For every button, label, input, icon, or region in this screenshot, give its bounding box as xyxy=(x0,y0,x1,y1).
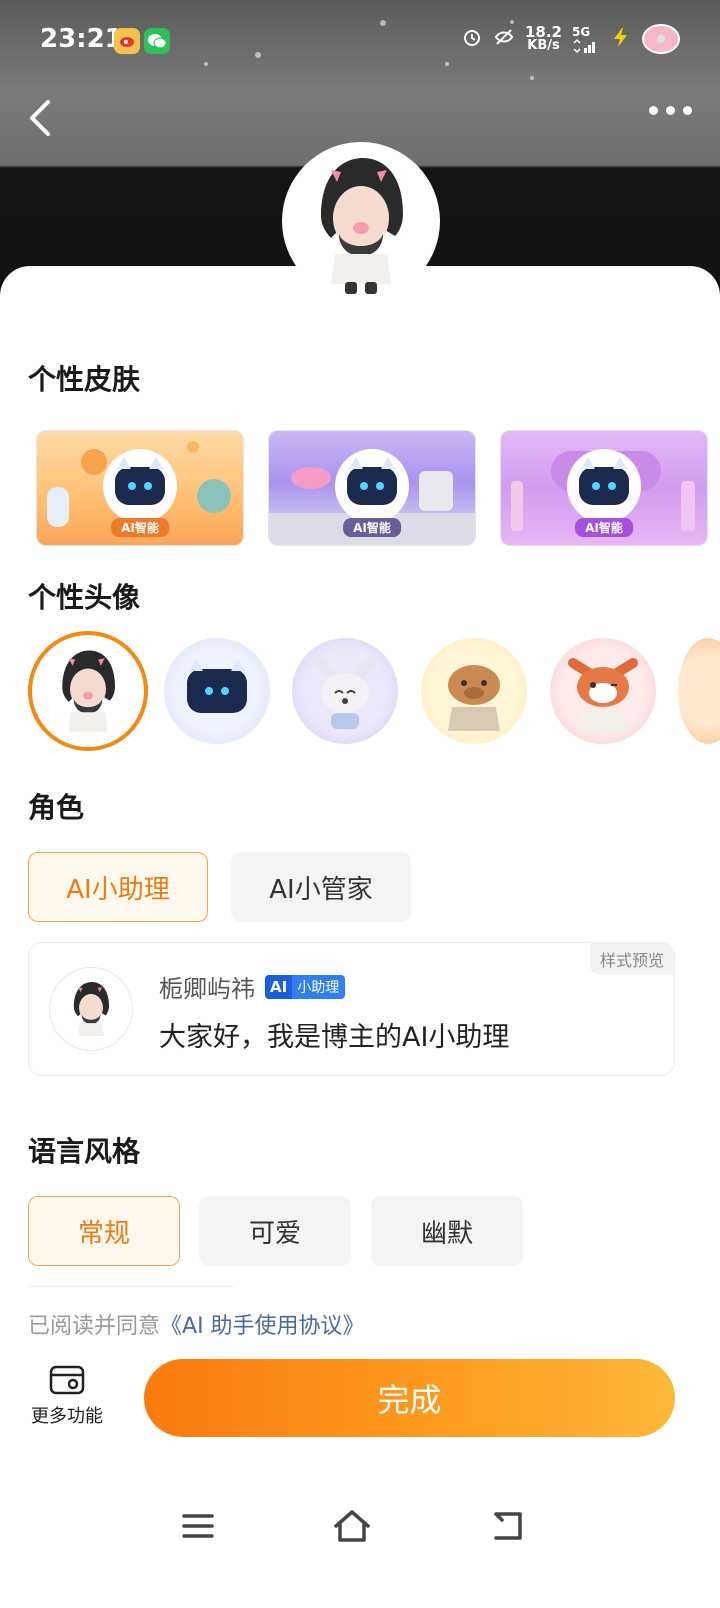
status-indicators: 18.2 KB/s 5G xyxy=(461,24,680,54)
chevron-left-icon[interactable] xyxy=(22,98,62,138)
wechat-icon xyxy=(144,28,170,54)
avatar-option-capybara[interactable] xyxy=(421,638,527,744)
done-button[interactable]: 完成 xyxy=(144,1359,675,1437)
robot-icon xyxy=(103,449,177,523)
fox-icon xyxy=(312,654,378,729)
menu-icon[interactable] xyxy=(176,1504,220,1548)
current-avatar xyxy=(282,142,440,300)
style-option-humor[interactable]: 幽默 xyxy=(371,1196,523,1266)
alarm-icon xyxy=(461,26,483,52)
skin-badge: AI智能 xyxy=(111,518,169,537)
weibo-icon xyxy=(114,28,140,54)
avatar-option-fox[interactable] xyxy=(292,638,398,744)
avatar-option-robot-cat[interactable] xyxy=(164,638,270,744)
capybara-icon xyxy=(448,665,500,731)
signal-icon: 5G xyxy=(572,25,598,53)
home-icon[interactable] xyxy=(330,1504,374,1548)
style-option-normal[interactable]: 常规 xyxy=(28,1196,180,1266)
eye-off-icon xyxy=(493,26,515,52)
skin-badge: AI智能 xyxy=(343,518,401,537)
status-time: 23:21 xyxy=(40,24,123,54)
skin-card-pink[interactable]: AI智能 xyxy=(500,430,708,546)
back-nav-icon[interactable] xyxy=(486,1504,530,1548)
style-option-cute[interactable]: 可爱 xyxy=(199,1196,351,1266)
more-functions-label: 更多功能 xyxy=(31,1406,103,1427)
status-bar: 23:21 18.2 KB/s 5G xyxy=(0,0,720,80)
red-panda-icon xyxy=(568,658,638,731)
charging-icon xyxy=(608,26,632,52)
more-functions-button[interactable]: 更多功能 xyxy=(24,1364,110,1428)
robot-cat-icon xyxy=(187,659,247,713)
skin-card-purple[interactable]: AI智能 xyxy=(268,430,476,546)
more-dots-icon[interactable] xyxy=(649,106,692,115)
avatar-option-user-photo[interactable] xyxy=(28,631,148,751)
skin-badge: AI智能 xyxy=(575,518,633,537)
agreement-link[interactable]: 《AI 助手使用协议》 xyxy=(160,1314,365,1339)
skin-card-orange[interactable]: AI智能 xyxy=(36,430,244,546)
wallet-card-icon xyxy=(49,1365,85,1395)
network-speed: 18.2 KB/s xyxy=(524,23,562,53)
user-photo-icon xyxy=(62,650,115,732)
role-option-assistant[interactable]: AI小助理 xyxy=(28,852,208,922)
donut-icon xyxy=(642,24,680,54)
robot-icon xyxy=(335,449,409,523)
avatar-option-red-panda[interactable] xyxy=(550,638,656,744)
role-option-butler[interactable]: AI小管家 xyxy=(231,852,411,922)
robot-icon xyxy=(567,449,641,523)
user-photo-icon xyxy=(321,158,403,294)
